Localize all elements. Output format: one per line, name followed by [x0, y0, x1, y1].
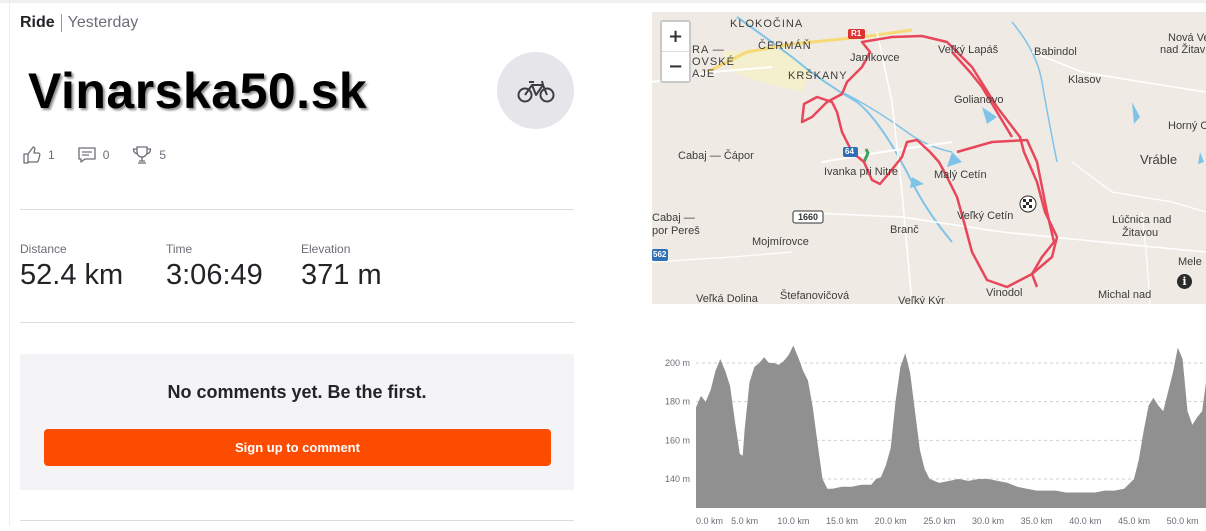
achievement-count: 5 — [159, 148, 167, 162]
map-label: Veľký Cetín — [957, 210, 1014, 222]
stat-value: 371 m — [301, 259, 382, 291]
map-label: KLOKOČINA — [730, 18, 804, 30]
comments-button[interactable]: 0 — [77, 145, 110, 165]
map-label: Cabaj — Čápor — [678, 150, 754, 162]
comment-count: 0 — [102, 148, 110, 162]
x-tick-label: 40.0 km — [1069, 516, 1101, 526]
sport-badge — [497, 52, 574, 129]
map-label: Michal nad — [1098, 289, 1152, 301]
no-comments-message: No comments yet. Be the first. — [167, 382, 427, 402]
road-badge: R1 — [851, 29, 862, 38]
signup-to-comment-button[interactable]: Sign up to comment — [44, 429, 551, 466]
x-tick-label: 50.0 km — [1167, 516, 1199, 526]
stats-divider-bottom — [20, 322, 574, 323]
map-label: Horný Oha — [1168, 120, 1206, 132]
map-label: Mojmírovce — [752, 236, 809, 248]
map-label: KRŠKANY — [788, 70, 848, 82]
x-tick-label: 0.0 km — [696, 516, 723, 526]
kudos-count: 1 — [48, 148, 55, 162]
x-tick-label: 35.0 km — [1021, 516, 1053, 526]
road-badge: 1660 — [798, 212, 819, 222]
x-tick-label: 15.0 km — [826, 516, 858, 526]
map-label: Branč — [890, 224, 919, 236]
y-tick-label: 140 m — [665, 474, 690, 484]
map-label: Klasov — [1068, 74, 1102, 86]
map-label: por Pereš — [652, 225, 700, 237]
road-badge: 562 — [653, 250, 667, 259]
x-tick-label: 20.0 km — [875, 516, 907, 526]
map-label: AJE — [692, 68, 716, 80]
stat-value: 3:06:49 — [166, 259, 263, 291]
map-label: Malý Cetín — [934, 169, 987, 181]
map-label: Cabaj — — [652, 212, 695, 224]
zoom-out-button[interactable]: − — [662, 52, 689, 81]
trophy-icon — [133, 146, 152, 164]
stat-elevation: Elevation 371 m — [301, 242, 382, 292]
activity-panel: Ride Yesterday Vinarska50.sk 1 0 5 Dista… — [0, 0, 640, 526]
x-tick-label: 10.0 km — [777, 516, 809, 526]
stat-time: Time 3:06:49 — [166, 242, 263, 292]
x-tick-label: 45.0 km — [1118, 516, 1150, 526]
kudos-button[interactable]: 1 — [22, 145, 55, 165]
comment-icon — [78, 147, 96, 163]
comments-divider-bottom — [20, 520, 574, 521]
map-label: Golianovo — [954, 94, 1004, 106]
stat-value: 52.4 km — [20, 259, 124, 291]
map-label: Veľký Lapáš — [938, 44, 999, 56]
map-label: Veľký Kýr — [898, 295, 945, 304]
map-label: Lúčnica nad — [1112, 214, 1172, 226]
zoom-controls: + − — [660, 20, 691, 83]
x-tick-label: 30.0 km — [972, 516, 1004, 526]
comments-section: No comments yet. Be the first. Sign up t… — [20, 354, 574, 490]
x-tick-label: 25.0 km — [923, 516, 955, 526]
x-tick-label: 5.0 km — [731, 516, 758, 526]
map-label: Nová Ve — [1168, 32, 1206, 44]
route-map[interactable]: + − KLOKOČINA ČERMÁŇ KRŠKANY Janíkovce V… — [652, 12, 1206, 304]
achievements-button[interactable]: 5 — [131, 145, 166, 165]
activity-date: Yesterday — [67, 14, 139, 31]
map-label: Babindol — [1034, 46, 1077, 58]
map-label: Janíkovce — [850, 52, 900, 64]
map-label: OVSKÉ — [692, 56, 735, 68]
stat-label: Time — [166, 242, 193, 256]
activity-header: Ride Yesterday — [20, 14, 138, 32]
map-label: nad Žitav — [1160, 44, 1206, 56]
bike-icon — [517, 80, 554, 102]
map-label: Vráble — [1140, 152, 1178, 167]
header-separator — [60, 14, 62, 32]
road-badge: 64 — [845, 147, 854, 156]
activity-type: Ride — [20, 14, 55, 31]
y-tick-label: 200 m — [665, 358, 690, 368]
elevation-area — [696, 345, 1206, 508]
map-label: Veľká Dolina — [696, 293, 758, 304]
map-label: RA — — [692, 44, 725, 56]
map-label: Vinodol — [986, 287, 1023, 299]
map-label: ČERMÁŇ — [758, 40, 812, 52]
map-label: Mele — [1178, 256, 1202, 268]
map-info-button[interactable]: i — [1177, 274, 1192, 289]
social-actions: 1 0 5 — [22, 145, 166, 165]
stats-divider-top — [20, 209, 574, 210]
thumbs-up-icon — [23, 146, 41, 164]
elevation-profile[interactable]: 140 m 160 m 180 m 200 m 0.0 km 5.0 km 10.0 km 1… — [652, 330, 1206, 526]
stat-label: Elevation — [301, 242, 351, 256]
map-label: Štefanovičová — [780, 290, 850, 302]
map-label: Žitavou — [1122, 227, 1159, 239]
map-label: Ivanka pri Nitre — [824, 166, 898, 178]
y-tick-label: 180 m — [665, 397, 690, 407]
y-tick-label: 160 m — [665, 435, 690, 445]
stat-label: Distance — [20, 242, 67, 256]
activity-title: Vinarska50.sk — [28, 63, 368, 119]
stat-distance: Distance 52.4 km — [20, 242, 123, 292]
elevation-chart: 140 m 160 m 180 m 200 m 0.0 km 5.0 km 10.0 km 1… — [665, 345, 1206, 526]
zoom-in-button[interactable]: + — [662, 22, 689, 51]
